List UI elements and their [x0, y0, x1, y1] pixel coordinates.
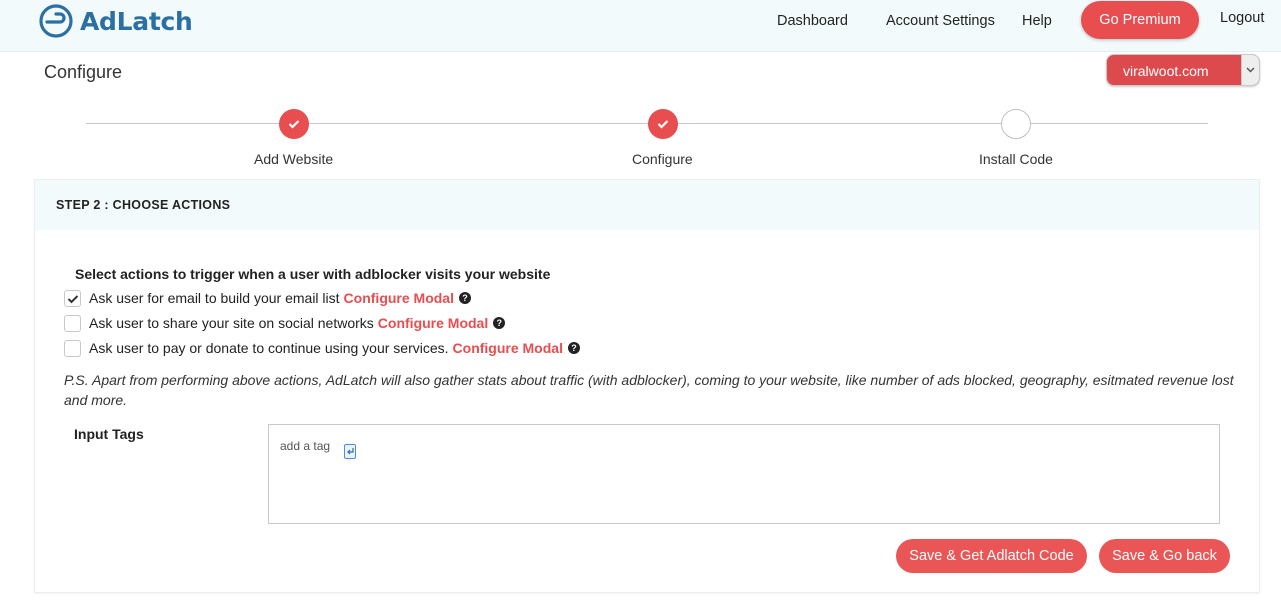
step-label-install-code: Install Code	[979, 151, 1053, 167]
input-tags-label: Input Tags	[74, 426, 144, 442]
checkmark-icon	[288, 120, 300, 129]
latch-logo-icon	[39, 4, 73, 38]
stepper-track	[86, 123, 1208, 124]
go-premium-button[interactable]: Go Premium	[1081, 1, 1199, 39]
checkmark-icon	[67, 294, 79, 303]
step-label-add-website: Add Website	[254, 151, 334, 167]
nav-logout[interactable]: Logout	[1220, 10, 1264, 26]
help-icon[interactable]: ?	[567, 342, 580, 354]
card-heading: STEP 2 : CHOOSE ACTIONS	[56, 198, 231, 212]
step-label-configure: Configure	[632, 151, 693, 167]
ps-note: P.S. Apart from performing above actions…	[64, 372, 1234, 408]
action-option-label: Ask user for email to build your email l…	[89, 290, 340, 306]
nav-dashboard[interactable]: Dashboard	[777, 13, 848, 29]
action-option-share: Ask user to share your site on social ne…	[64, 313, 506, 333]
nav-help[interactable]: Help	[1022, 13, 1052, 29]
nav-account-settings[interactable]: Account Settings	[886, 13, 995, 29]
email-action-checkbox[interactable]	[64, 289, 81, 307]
enter-key-icon[interactable]	[344, 444, 356, 459]
action-option-label: Ask user to share your site on social ne…	[89, 315, 374, 331]
action-option-email: Ask user for email to build your email l…	[64, 288, 471, 308]
action-option-label: Ask user to pay or donate to continue us…	[89, 340, 449, 356]
step-install-code-indicator	[1001, 109, 1031, 139]
help-icon[interactable]: ?	[458, 292, 471, 304]
page-title: Configure	[44, 62, 123, 82]
tag-input[interactable]	[280, 439, 340, 453]
brand-name: AdLatch	[80, 6, 193, 36]
save-get-code-button[interactable]: Save & Get Adlatch Code	[896, 539, 1087, 573]
help-icon[interactable]: ?	[493, 317, 506, 329]
chevron-down-icon[interactable]	[1241, 55, 1259, 85]
site-selector[interactable]: viralwoot.com	[1106, 54, 1260, 86]
tag-input-box[interactable]	[268, 424, 1220, 524]
actions-section-title: Select actions to trigger when a user wi…	[75, 266, 551, 282]
save-go-back-button[interactable]: Save & Go back	[1099, 539, 1230, 573]
checkmark-icon	[657, 120, 669, 129]
card-header: STEP 2 : CHOOSE ACTIONS	[35, 180, 1259, 230]
step-configure-indicator	[648, 109, 678, 139]
configure-modal-link-donate[interactable]: Configure Modal	[453, 340, 563, 356]
brand-logo[interactable]: AdLatch	[38, 3, 193, 39]
step-add-website-indicator	[279, 109, 309, 139]
action-option-donate: Ask user to pay or donate to continue us…	[64, 338, 580, 358]
donate-action-checkbox[interactable]	[64, 339, 81, 357]
site-selector-value: viralwoot.com	[1123, 63, 1209, 79]
configure-modal-link-share[interactable]: Configure Modal	[378, 315, 488, 331]
top-header: AdLatch Dashboard Account Settings Help …	[0, 0, 1281, 52]
share-action-checkbox[interactable]	[64, 314, 81, 332]
configure-modal-link-email[interactable]: Configure Modal	[344, 290, 454, 306]
